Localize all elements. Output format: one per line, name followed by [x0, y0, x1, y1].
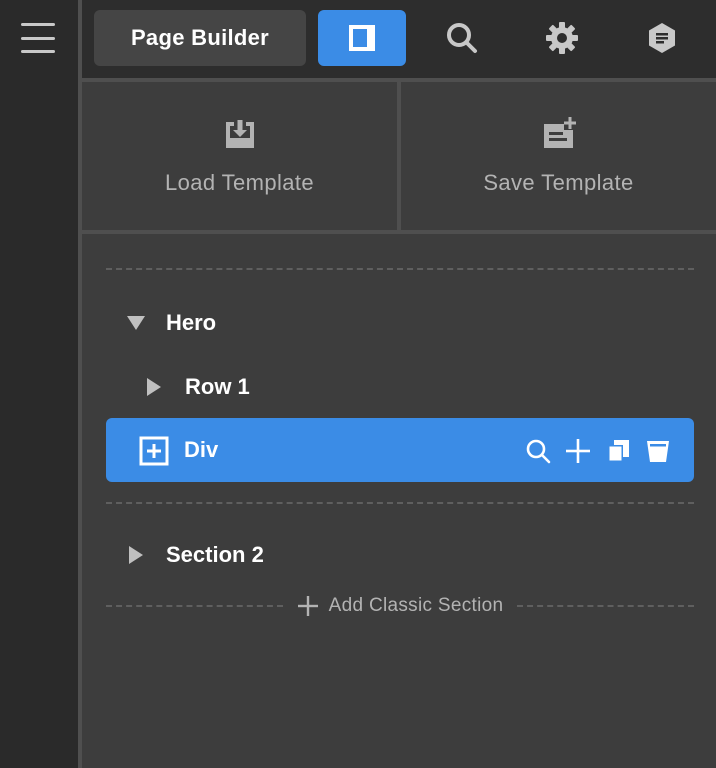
delete-icon [647, 441, 669, 462]
layout-panel-icon [349, 25, 375, 51]
add-classic-section-label: Add Classic Section [328, 595, 504, 616]
save-document-icon [543, 117, 576, 148]
delete-element-button[interactable] [643, 436, 673, 466]
info-button[interactable] [642, 18, 682, 58]
template-actions: Load Template Save Template [82, 82, 716, 230]
duplicate-element-button[interactable] [603, 436, 633, 466]
settings-gear-icon [546, 22, 578, 54]
section-divider [517, 605, 695, 607]
add-section-row: Add Classic Section [106, 590, 695, 622]
tree-item-section-2[interactable]: Section 2 [129, 540, 264, 570]
inspect-element-button[interactable] [523, 436, 553, 466]
left-rail [0, 0, 78, 768]
page-builder-label: Page Builder [130, 25, 270, 50]
search-button[interactable] [442, 18, 482, 58]
add-classic-section-button[interactable]: Add Classic Section [283, 595, 518, 617]
add-icon [566, 439, 590, 463]
hamburger-menu-icon[interactable] [18, 20, 58, 56]
duplicate-icon [608, 440, 629, 462]
caret-right-icon[interactable] [147, 378, 161, 396]
layout-panel-button[interactable] [318, 10, 406, 66]
tree-item-label: Section 2 [166, 542, 264, 567]
settings-button[interactable] [542, 18, 582, 58]
tree-item-label: Div [184, 437, 219, 462]
save-template-label: Save Template [483, 170, 634, 195]
download-box-icon [225, 120, 254, 148]
template-divider-bottom [82, 230, 716, 234]
add-element-button[interactable] [563, 436, 593, 466]
tree-item-label: Hero [166, 310, 217, 335]
search-icon [447, 23, 477, 53]
section-divider [106, 268, 694, 270]
page-builder-button[interactable]: Page Builder [94, 10, 306, 66]
plus-icon [297, 596, 318, 616]
top-toolbar: Page Builder [82, 0, 716, 78]
caret-right-icon[interactable] [129, 546, 143, 564]
section-divider [106, 502, 694, 504]
tree-item-div-selected[interactable]: Div [106, 418, 694, 482]
load-template-button[interactable]: Load Template [82, 82, 397, 230]
load-template-label: Load Template [164, 170, 315, 195]
save-template-button[interactable]: Save Template [401, 82, 716, 230]
section-divider [106, 605, 283, 607]
tree-item-label: Row 1 [185, 374, 250, 399]
tree-item-hero[interactable]: Hero [127, 308, 216, 338]
caret-down-icon[interactable] [127, 316, 145, 330]
search-icon [526, 439, 551, 464]
tree-item-row-1[interactable]: Row 1 [147, 372, 250, 402]
expand-square-icon[interactable] [139, 436, 169, 466]
info-hexagon-icon [649, 23, 675, 53]
